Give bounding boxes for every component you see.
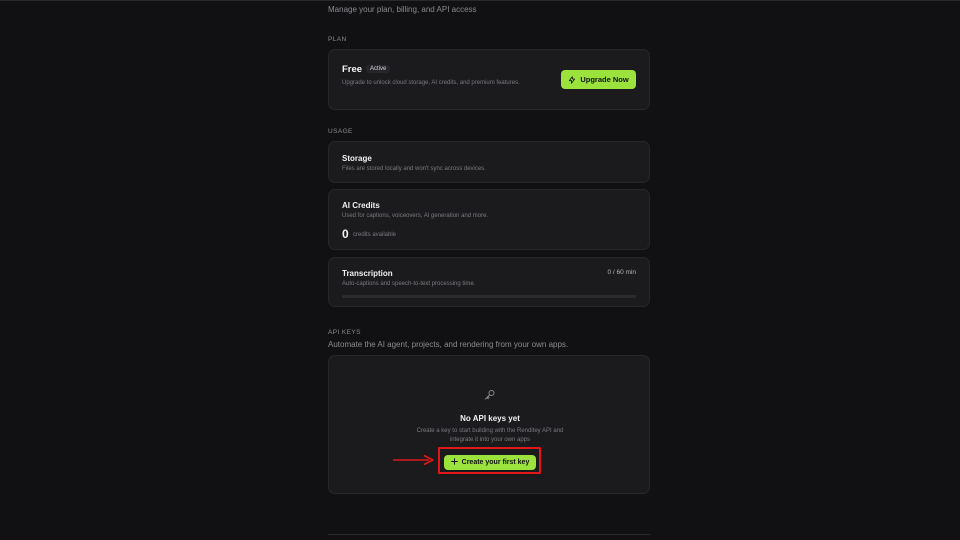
ai-credits-count-label: credits available (353, 232, 397, 238)
plan-section-label: PLAN (328, 36, 347, 43)
annotation-arrow (393, 454, 434, 466)
plan-card: Free Active Upgrade to unlock cloud stor… (328, 49, 650, 110)
highlight-annotation-box (438, 447, 541, 474)
usage-section-label: USAGE (328, 128, 353, 135)
ai-credits-count: 0 (342, 227, 349, 241)
top-divider (0, 0, 960, 1)
transcription-description: Auto-captions and speech-to-text process… (342, 281, 476, 287)
transcription-value: 0 / 60 min (607, 269, 636, 276)
ai-credits-card: AI Credits Used for captions, voiceovers… (328, 189, 650, 250)
storage-title: Storage (342, 154, 372, 163)
bolt-icon (568, 75, 576, 84)
transcription-progress-bar (342, 295, 636, 298)
ai-credits-description: Used for captions, voiceovers, AI genera… (342, 213, 489, 219)
transcription-title: Transcription (342, 269, 393, 278)
ai-credits-title: AI Credits (342, 201, 380, 210)
transcription-card: Transcription 0 / 60 min Auto-captions a… (328, 257, 650, 307)
api-keys-section-label: API KEYS (328, 329, 361, 336)
empty-state-title: No API keys yet (460, 414, 520, 423)
empty-state-description: Create a key to start building with the … (416, 428, 564, 443)
bottom-divider (328, 534, 650, 535)
plan-description: Upgrade to unlock cloud storage, AI cred… (342, 80, 520, 86)
upgrade-now-button[interactable]: Upgrade Now (561, 70, 636, 89)
storage-card: Storage Files are stored locally and won… (328, 141, 650, 183)
api-keys-description: Automate the AI agent, projects, and ren… (328, 340, 569, 349)
page-subtitle: Manage your plan, billing, and API acces… (328, 5, 477, 14)
storage-description: Files are stored locally and won't sync … (342, 166, 486, 172)
key-icon (484, 388, 496, 406)
plan-status-badge: Active (366, 65, 391, 73)
upgrade-now-label: Upgrade Now (580, 75, 629, 84)
plan-name: Free (342, 64, 363, 75)
